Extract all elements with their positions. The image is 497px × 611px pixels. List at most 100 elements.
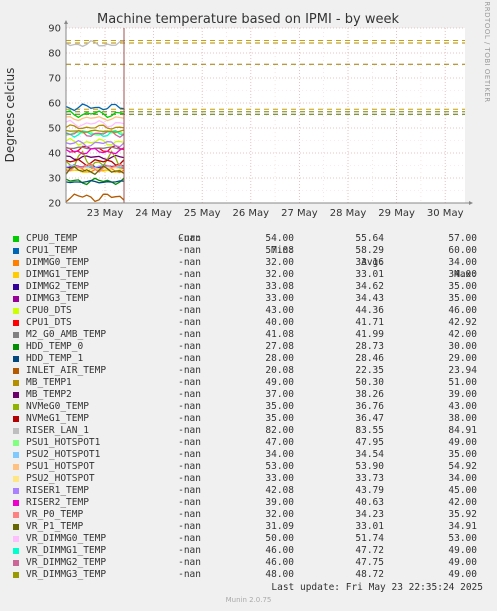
- legend-swatch: [13, 344, 19, 350]
- legend-row: VR_DIMMG2_TEMP -nan 46.00 47.75 49.00: [0, 557, 497, 569]
- legend-max: 35.92: [448, 509, 477, 520]
- legend-min: 49.00: [265, 377, 294, 388]
- legend-row: PSU1_HOTSPOT1 -nan 47.00 47.95 49.00: [0, 437, 497, 449]
- legend-cur: -nan: [178, 317, 201, 328]
- legend-swatch: [13, 272, 19, 278]
- legend: Cur: Min: Avg: Max: CPU0_TEMP -nan 54.00 55…: [0, 221, 497, 581]
- legend-swatch: [13, 548, 19, 554]
- legend-avg: 22.35: [355, 365, 384, 376]
- legend-swatch: [13, 428, 19, 434]
- legend-avg: 43.79: [355, 485, 384, 496]
- legend-min: 28.00: [265, 353, 294, 364]
- legend-swatch: [13, 356, 19, 362]
- legend-cur: -nan: [178, 389, 201, 400]
- x-tick-label: 27 May: [281, 208, 318, 219]
- legend-min: 31.09: [265, 521, 294, 532]
- legend-series-name: DIMMG0_TEMP: [26, 257, 89, 268]
- legend-max: 23.94: [448, 365, 477, 376]
- legend-series-name: HDD_TEMP_1: [26, 353, 84, 364]
- legend-row: RISER2_TEMP -nan 39.00 40.63 42.00: [0, 497, 497, 509]
- legend-swatch: [13, 296, 19, 302]
- legend-series-name: RISER1_TEMP: [26, 485, 89, 496]
- legend-max: 49.00: [448, 569, 477, 580]
- legend-row: VR_DIMMG0_TEMP -nan 50.00 51.74 53.00: [0, 533, 497, 545]
- legend-series-name: PSU2_HOTSPOT1: [26, 449, 101, 460]
- legend-cur: -nan: [178, 341, 201, 352]
- legend-swatch: [13, 476, 19, 482]
- legend-max: 42.92: [448, 317, 477, 328]
- legend-cur: -nan: [178, 365, 201, 376]
- legend-max: 35.00: [448, 281, 477, 292]
- legend-row: MB_TEMP1 -nan 49.00 50.30 51.00: [0, 377, 497, 389]
- y-tick-label: 50: [48, 124, 61, 135]
- legend-swatch: [13, 248, 19, 254]
- legend-min: 53.00: [265, 461, 294, 472]
- y-tick-label: 90: [48, 24, 61, 35]
- legend-min: 35.00: [265, 413, 294, 424]
- legend-max: 43.00: [448, 401, 477, 412]
- legend-row: INLET_AIR_TEMP -nan 20.08 22.35 23.94: [0, 365, 497, 377]
- legend-min: 33.00: [265, 473, 294, 484]
- legend-min: 82.00: [265, 425, 294, 436]
- legend-min: 27.08: [265, 341, 294, 352]
- legend-avg: 34.43: [355, 293, 384, 304]
- legend-min: 47.00: [265, 437, 294, 448]
- legend-avg: 55.64: [355, 233, 384, 244]
- legend-min: 46.00: [265, 545, 294, 556]
- legend-cur: -nan: [178, 245, 201, 256]
- legend-max: 35.00: [448, 449, 477, 460]
- legend-series-name: PSU1_HOTSPOT: [26, 461, 95, 472]
- legend-cur: -nan: [178, 437, 201, 448]
- legend-swatch: [13, 500, 19, 506]
- legend-avg: 47.75: [355, 557, 384, 568]
- legend-cur: -nan: [178, 533, 201, 544]
- legend-row: PSU2_HOTSPOT -nan 33.00 33.73 34.00: [0, 473, 497, 485]
- legend-row: DIMMG2_TEMP -nan 33.08 34.62 35.00: [0, 281, 497, 293]
- legend-swatch: [13, 464, 19, 470]
- legend-series-name: RISER2_TEMP: [26, 497, 89, 508]
- legend-max: 51.00: [448, 377, 477, 388]
- legend-swatch: [13, 560, 19, 566]
- legend-min: 32.00: [265, 509, 294, 520]
- legend-series-name: MB_TEMP1: [26, 377, 72, 388]
- legend-series-name: CPU1_DTS: [26, 317, 72, 328]
- legend-avg: 40.63: [355, 497, 384, 508]
- legend-min: 48.00: [265, 569, 294, 580]
- legend-max: 49.00: [448, 557, 477, 568]
- legend-max: 54.92: [448, 461, 477, 472]
- legend-max: 49.00: [448, 437, 477, 448]
- x-tick-label: 29 May: [378, 208, 415, 219]
- legend-cur: -nan: [178, 377, 201, 388]
- legend-swatch: [13, 308, 19, 314]
- legend-max: 29.00: [448, 353, 477, 364]
- legend-cur: -nan: [178, 485, 201, 496]
- legend-avg: 41.71: [355, 317, 384, 328]
- legend-max: 42.00: [448, 329, 477, 340]
- legend-avg: 47.72: [355, 545, 384, 556]
- legend-max: 34.91: [448, 521, 477, 532]
- legend-avg: 34.23: [355, 509, 384, 520]
- legend-row: CPU1_TEMP -nan 57.08 58.29 60.00: [0, 245, 497, 257]
- legend-series-name: NVMeG0_TEMP: [26, 401, 89, 412]
- legend-row: CPU0_TEMP -nan 54.00 55.64 57.00: [0, 233, 497, 245]
- legend-row: VR_P0_TEMP -nan 32.00 34.23 35.92: [0, 509, 497, 521]
- legend-cur: -nan: [178, 425, 201, 436]
- legend-min: 39.00: [265, 497, 294, 508]
- legend-avg: 36.47: [355, 413, 384, 424]
- legend-swatch: [13, 440, 19, 446]
- legend-swatch: [13, 524, 19, 530]
- y-tick-label: 20: [48, 199, 61, 210]
- legend-series-name: PSU2_HOTSPOT: [26, 473, 95, 484]
- legend-series-name: RISER_LAN_1: [26, 425, 89, 436]
- legend-cur: -nan: [178, 545, 201, 556]
- legend-avg: 33.16: [355, 257, 384, 268]
- legend-swatch: [13, 332, 19, 338]
- legend-row: VR_P1_TEMP -nan 31.09 33.01 34.91: [0, 521, 497, 533]
- legend-cur: -nan: [178, 509, 201, 520]
- legend-series-name: VR_P0_TEMP: [26, 509, 84, 520]
- legend-min: 50.00: [265, 533, 294, 544]
- legend-avg: 28.73: [355, 341, 384, 352]
- legend-cur: -nan: [178, 521, 201, 532]
- legend-series-name: INLET_AIR_TEMP: [26, 365, 107, 376]
- legend-row: MB_TEMP2 -nan 37.00 38.26 39.00: [0, 389, 497, 401]
